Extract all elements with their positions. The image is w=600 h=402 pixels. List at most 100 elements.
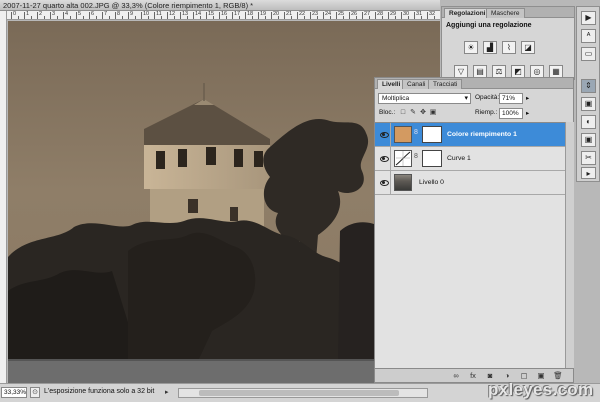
ruler-tick (271, 12, 272, 19)
visibility-eye-icon[interactable] (380, 131, 389, 138)
ruler-tick (420, 16, 422, 19)
ruler-label: 7 (104, 11, 108, 17)
link-layers-icon[interactable]: ∞ (451, 371, 461, 381)
link-chain-icon[interactable]: 8 (414, 129, 418, 136)
ruler-label: 6 (91, 11, 95, 17)
horizontal-scrollbar[interactable] (178, 388, 428, 398)
lock-label: Bloc.: (379, 109, 396, 116)
fill-field[interactable]: 100% (499, 108, 523, 119)
ruler-tick (193, 12, 194, 19)
adjustments-tabbar: Regolazioni Maschere (442, 7, 574, 18)
layers-panel: Livelli Canali Tracciati Moltiplica Opac… (374, 77, 574, 383)
ruler-label: 3 (52, 11, 56, 17)
tab-tracciati[interactable]: Tracciati (428, 79, 463, 89)
ruler-label: 9 (130, 11, 134, 17)
ruler-tick (186, 16, 188, 19)
horizontal-ruler[interactable]: 0 1 2 3 4 5 6 7 8 9 10 11 12 13 14 15 16 17 18 19 20 21 22 23 24… (7, 11, 440, 20)
fill-slider-arrow[interactable]: ▸ (526, 109, 529, 117)
adjustments-row-1: ☀ ▟ ⌇ ◪ (464, 41, 535, 54)
levels-icon[interactable]: ▟ (483, 41, 497, 54)
ruler-tick (375, 12, 376, 19)
opacity-slider-arrow[interactable]: ▸ (526, 94, 529, 102)
ruler-tick (115, 12, 116, 19)
clone-source-icon[interactable]: ✂ (581, 151, 596, 165)
ruler-tick (95, 16, 97, 19)
tab-canali[interactable]: Canali (402, 79, 431, 89)
exposure-icon[interactable]: ◪ (521, 41, 535, 54)
lock-all-icon[interactable]: ▣ (429, 108, 437, 117)
ruler-tick (82, 16, 84, 19)
layer-row[interactable]: Livello 0 (375, 171, 565, 195)
ruler-tick (173, 16, 175, 19)
lock-transparency-icon[interactable]: □ (399, 108, 407, 117)
document-titlebar: 2007-11-27 quarto alta 002.JPG @ 33,3% (… (0, 0, 440, 11)
vertical-ruler[interactable] (0, 11, 7, 383)
layer-name: Livello 0 (419, 179, 444, 186)
history-icon[interactable]: ▣ (581, 133, 596, 147)
ruler-tick (355, 16, 357, 19)
ruler-tick (368, 16, 370, 19)
layer-list: 8 Colore riempimento 1 8 Curve 1 Livello… (375, 122, 565, 368)
ruler-tick (349, 12, 350, 19)
tab-maschere[interactable]: Maschere (486, 8, 525, 18)
paths-dock-icon[interactable]: ◐ (581, 115, 596, 129)
ruler-tick (76, 12, 77, 19)
ruler-tick (147, 16, 149, 19)
fill-label: Riemp.: (475, 109, 498, 116)
ruler-tick (381, 16, 383, 19)
layer-mask-thumbnail[interactable] (422, 126, 442, 143)
visibility-eye-icon[interactable] (380, 179, 389, 186)
ruler-tick (212, 16, 214, 19)
scroll-thumb[interactable] (199, 390, 399, 396)
ruler-tick (323, 12, 324, 19)
opacity-label: Opacità: (475, 94, 500, 101)
layer-style-icon[interactable]: fx (468, 371, 478, 381)
ruler-tick (427, 12, 428, 19)
lock-position-icon[interactable]: ✥ (419, 108, 427, 117)
status-message: L'esposizione funziona solo a 32 bit (44, 388, 155, 395)
layer-row[interactable]: 8 Colore riempimento 1 (375, 123, 565, 147)
tab-regolazioni[interactable]: Regolazioni (444, 8, 491, 18)
opacity-field[interactable]: 71% (499, 93, 523, 104)
visibility-eye-icon[interactable] (380, 155, 389, 162)
ruler-tick (43, 16, 45, 19)
brightness-contrast-icon[interactable]: ☀ (464, 41, 478, 54)
ruler-tick (121, 16, 123, 19)
ruler-tick (160, 16, 162, 19)
link-chain-icon[interactable]: 8 (414, 153, 418, 160)
layer-thumbnail[interactable] (394, 174, 412, 191)
ruler-tick (232, 12, 233, 19)
ruler-tick (245, 12, 246, 19)
ruler-label: 0 (13, 11, 17, 17)
status-info-icon[interactable]: ⊙ (30, 387, 40, 398)
ruler-tick (134, 16, 136, 19)
ruler-tick (30, 16, 32, 19)
channels-dock-icon[interactable]: ▣ (581, 97, 596, 111)
collapse-icon[interactable]: ▶ (581, 11, 596, 25)
ruler-tick (102, 12, 103, 19)
actions-icon[interactable]: ▸ (581, 167, 596, 179)
curves-adjustment-thumbnail[interactable] (394, 150, 412, 167)
layer-row[interactable]: 8 Curve 1 (375, 147, 565, 171)
panel-dock-icons: ▶ ᴬ ▭ ⇕ ▣ ◐ ▣ ✂ ▸ (576, 6, 600, 182)
layer-mask-thumbnail[interactable] (422, 150, 442, 167)
ruler-tick (199, 16, 201, 19)
ruler-tick (290, 16, 292, 19)
ruler-tick (154, 12, 155, 19)
ruler-tick (316, 16, 318, 19)
ruler-label: 2 (39, 11, 43, 17)
navigator-icon[interactable]: ▭ (581, 47, 596, 61)
zoom-field[interactable]: 33,33% (1, 387, 27, 398)
ruler-tick (297, 12, 298, 19)
blend-mode-select[interactable]: Moltiplica (378, 93, 471, 104)
lock-pixels-icon[interactable]: ✎ (409, 108, 417, 117)
ruler-tick (24, 12, 25, 19)
status-menu-arrow[interactable]: ▸ (165, 388, 169, 396)
ruler-tick (329, 16, 331, 19)
layers-dock-icon[interactable]: ⇕ (581, 79, 596, 93)
fill-layer-thumbnail[interactable] (394, 126, 412, 143)
curves-icon[interactable]: ⌇ (502, 41, 516, 54)
ruler-tick (264, 16, 266, 19)
character-icon[interactable]: ᴬ (581, 29, 596, 43)
layers-scrollbar[interactable] (565, 122, 574, 368)
